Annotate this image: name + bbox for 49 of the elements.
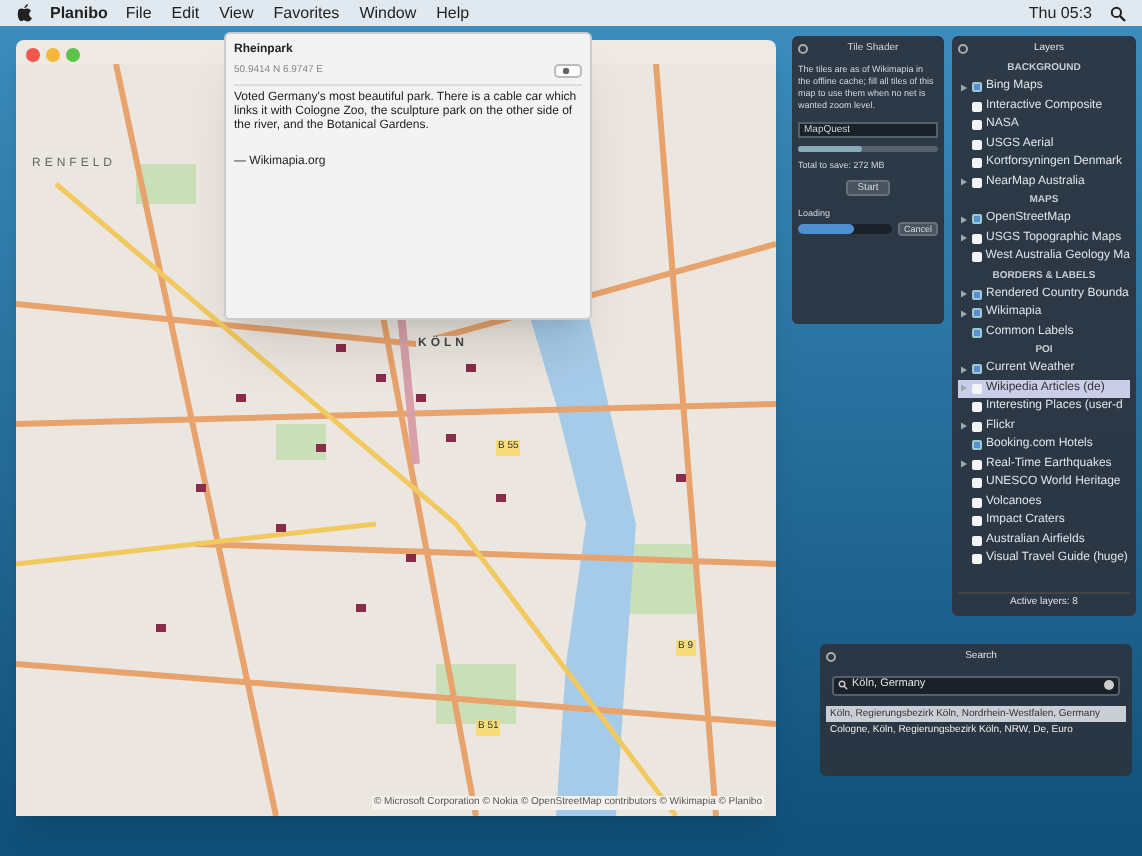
checkbox[interactable] (972, 214, 982, 225)
checkbox[interactable] (972, 535, 982, 546)
checkbox[interactable] (972, 101, 982, 112)
disclosure-triangle-icon[interactable] (960, 215, 968, 224)
checkbox[interactable] (972, 383, 982, 394)
apple-icon[interactable] (16, 4, 32, 22)
disclosure-triangle-icon[interactable] (960, 309, 968, 318)
menu-item[interactable]: File (125, 1, 152, 25)
menu-item[interactable]: Window (359, 1, 417, 25)
checkbox[interactable] (972, 421, 982, 432)
checkbox[interactable] (972, 402, 982, 413)
close-button[interactable] (798, 44, 808, 55)
checkbox[interactable] (972, 478, 982, 489)
close-button[interactable] (826, 652, 836, 663)
search-icon (838, 680, 848, 690)
checkbox[interactable] (972, 120, 982, 131)
checkbox[interactable] (972, 497, 982, 508)
checkbox[interactable] (971, 252, 982, 263)
menu-bar-clock: Thu 05:3 (1028, 1, 1092, 25)
menu-item[interactable]: Edit (171, 1, 200, 25)
disclosure-triangle-icon[interactable] (960, 234, 968, 243)
checkbox[interactable] (972, 440, 982, 451)
checkbox[interactable] (972, 158, 982, 169)
checkbox[interactable] (972, 364, 982, 375)
close-button[interactable] (958, 44, 968, 54)
menu-item[interactable]: Help (436, 1, 470, 25)
disclosure-triangle-icon[interactable] (960, 83, 968, 92)
disclosure-triangle-icon[interactable] (960, 460, 968, 469)
checkbox[interactable] (972, 327, 982, 338)
search-icon[interactable] (1110, 5, 1126, 21)
disclosure-triangle-icon[interactable] (960, 178, 968, 187)
menu-item[interactable]: Favorites (273, 1, 340, 25)
close-button[interactable] (26, 48, 40, 62)
clear-icon[interactable] (1104, 680, 1114, 690)
disclosure-triangle-icon[interactable] (960, 365, 968, 374)
app-menu[interactable]: Planibo (50, 1, 108, 25)
checkbox[interactable] (972, 308, 982, 319)
checkbox[interactable] (972, 139, 982, 150)
disclosure-triangle-icon[interactable] (960, 290, 968, 299)
checkbox[interactable] (972, 82, 982, 93)
zoom-slider[interactable] (798, 145, 938, 151)
checkbox[interactable] (972, 233, 982, 244)
checkbox[interactable] (972, 177, 982, 188)
menu-item[interactable]: View (219, 1, 254, 25)
checkbox[interactable] (972, 516, 982, 527)
disclosure-triangle-icon[interactable] (960, 422, 968, 431)
checkbox[interactable] (972, 289, 982, 300)
checkbox[interactable] (972, 554, 982, 565)
checkbox[interactable] (972, 459, 982, 470)
